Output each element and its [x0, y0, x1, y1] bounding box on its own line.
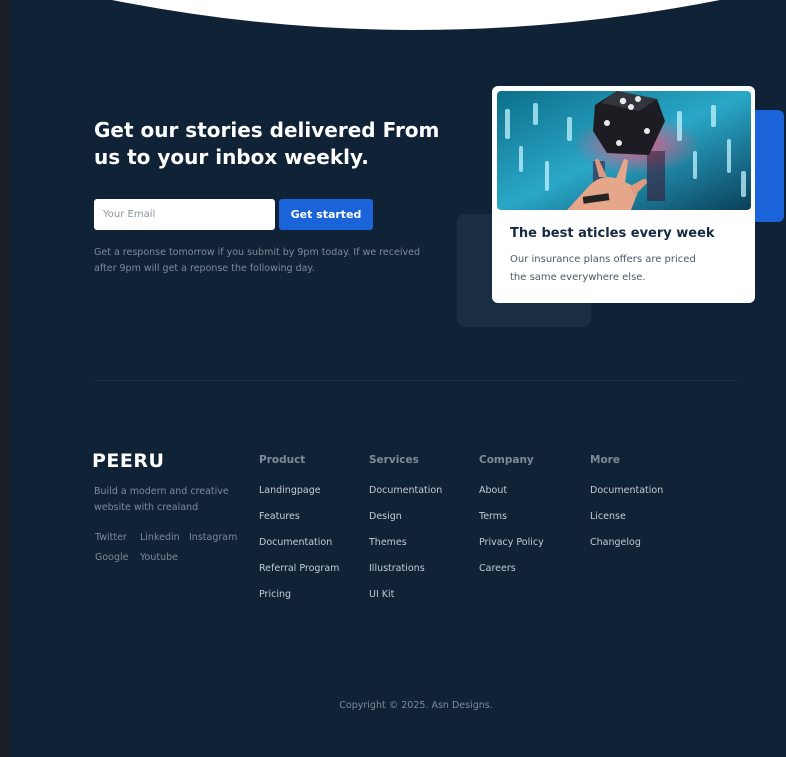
footer-link-changelog[interactable]: Changelog [590, 536, 663, 562]
footer-link-documentation[interactable]: Documentation [590, 484, 663, 510]
footer-link-illustrations[interactable]: Illustrations [369, 562, 442, 588]
copyright-text: Copyright © 2025. Asn Designs. [339, 700, 493, 711]
section-divider [94, 380, 738, 381]
get-started-button[interactable]: Get started [279, 199, 373, 230]
footer-column-more: Documentation License Changelog [590, 484, 663, 562]
footer-link-referral-program[interactable]: Referral Program [259, 562, 339, 588]
card-title: The best aticles every week [510, 226, 715, 241]
social-link-twitter[interactable]: Twitter [95, 531, 127, 545]
footer-column-heading-product: Product [259, 454, 306, 466]
social-link-youtube[interactable]: Youtube [140, 551, 178, 565]
footer-link-landingpage[interactable]: Landingpage [259, 484, 339, 510]
social-link-google[interactable]: Google [95, 551, 129, 565]
top-curve-divider [112, 0, 720, 30]
footer-link-terms[interactable]: Terms [479, 510, 544, 536]
footer-column-heading-more: More [590, 454, 620, 466]
footer-column-heading-company: Company [479, 454, 534, 466]
footer-link-careers[interactable]: Careers [479, 562, 544, 588]
footer-link-privacy-policy[interactable]: Privacy Policy [479, 536, 544, 562]
footer-link-design[interactable]: Design [369, 510, 442, 536]
featured-article-card[interactable]: The best aticles every week Our insuranc… [492, 86, 755, 303]
newsletter-headline: Get our stories delivered From us to you… [94, 118, 440, 169]
footer-logo[interactable]: PEERU [92, 449, 164, 473]
footer-link-ui-kit[interactable]: UI Kit [369, 588, 442, 614]
footer-column-company: About Terms Privacy Policy Careers [479, 484, 544, 588]
footer-link-documentation[interactable]: Documentation [369, 484, 442, 510]
footer-link-features[interactable]: Features [259, 510, 339, 536]
footer-link-about[interactable]: About [479, 484, 544, 510]
social-link-linkedin[interactable]: Linkedin [140, 531, 180, 545]
footer-link-pricing[interactable]: Pricing [259, 588, 339, 614]
card-image [497, 91, 751, 210]
footer-column-services: Documentation Design Themes Illustration… [369, 484, 442, 614]
left-edge-strip [0, 0, 9, 757]
social-link-instagram[interactable]: Instagram [189, 531, 237, 545]
footer-link-documentation[interactable]: Documentation [259, 536, 339, 562]
footer-tagline: Build a modern and creative website with… [94, 486, 229, 513]
email-input[interactable] [94, 199, 275, 230]
newsletter-note: Get a response tomorrow if you submit by… [94, 247, 420, 274]
footer-column-product: Landingpage Features Documentation Refer… [259, 484, 339, 614]
footer-link-license[interactable]: License [590, 510, 663, 536]
footer-column-heading-services: Services [369, 454, 419, 466]
footer-link-themes[interactable]: Themes [369, 536, 442, 562]
card-text: Our insurance plans offers are priced th… [510, 254, 696, 283]
